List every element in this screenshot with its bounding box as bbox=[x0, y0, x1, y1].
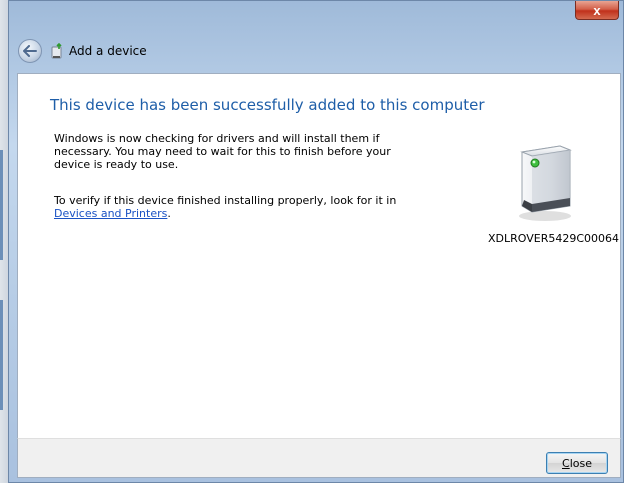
printer-device-icon bbox=[519, 145, 572, 221]
back-button[interactable] bbox=[18, 39, 42, 63]
background-window-accent bbox=[0, 150, 3, 260]
close-label-rest: lose bbox=[569, 456, 592, 470]
wizard-content-panel: This device has been successfully added … bbox=[17, 73, 621, 438]
background-window-accent bbox=[0, 300, 3, 410]
verify-info-prefix: To verify if this device finished instal… bbox=[54, 194, 397, 207]
devices-and-printers-link[interactable]: Devices and Printers bbox=[54, 207, 167, 220]
device-wizard-icon bbox=[51, 43, 62, 59]
device-name-label: XDLROVER5429C00064 bbox=[488, 232, 620, 245]
add-device-window: x Add a device This device has been succ… bbox=[8, 0, 624, 483]
verify-info-suffix: . bbox=[167, 207, 171, 220]
driver-info-text: Windows is now checking for drivers and … bbox=[54, 132, 391, 171]
window-close-button[interactable]: x bbox=[575, 1, 619, 20]
title-bar[interactable]: x bbox=[9, 1, 623, 31]
close-glyph: x bbox=[593, 2, 601, 18]
back-arrow-icon bbox=[23, 45, 37, 57]
close-accelerator: C bbox=[562, 456, 570, 470]
close-button[interactable]: Close bbox=[546, 452, 608, 474]
success-heading: This device has been successfully added … bbox=[50, 96, 485, 114]
wizard-title: Add a device bbox=[69, 44, 147, 58]
wizard-footer: Close bbox=[17, 438, 621, 478]
background-window-edge bbox=[0, 0, 8, 483]
verify-info-text: To verify if this device finished instal… bbox=[54, 194, 414, 220]
wizard-header: Add a device bbox=[9, 31, 623, 71]
